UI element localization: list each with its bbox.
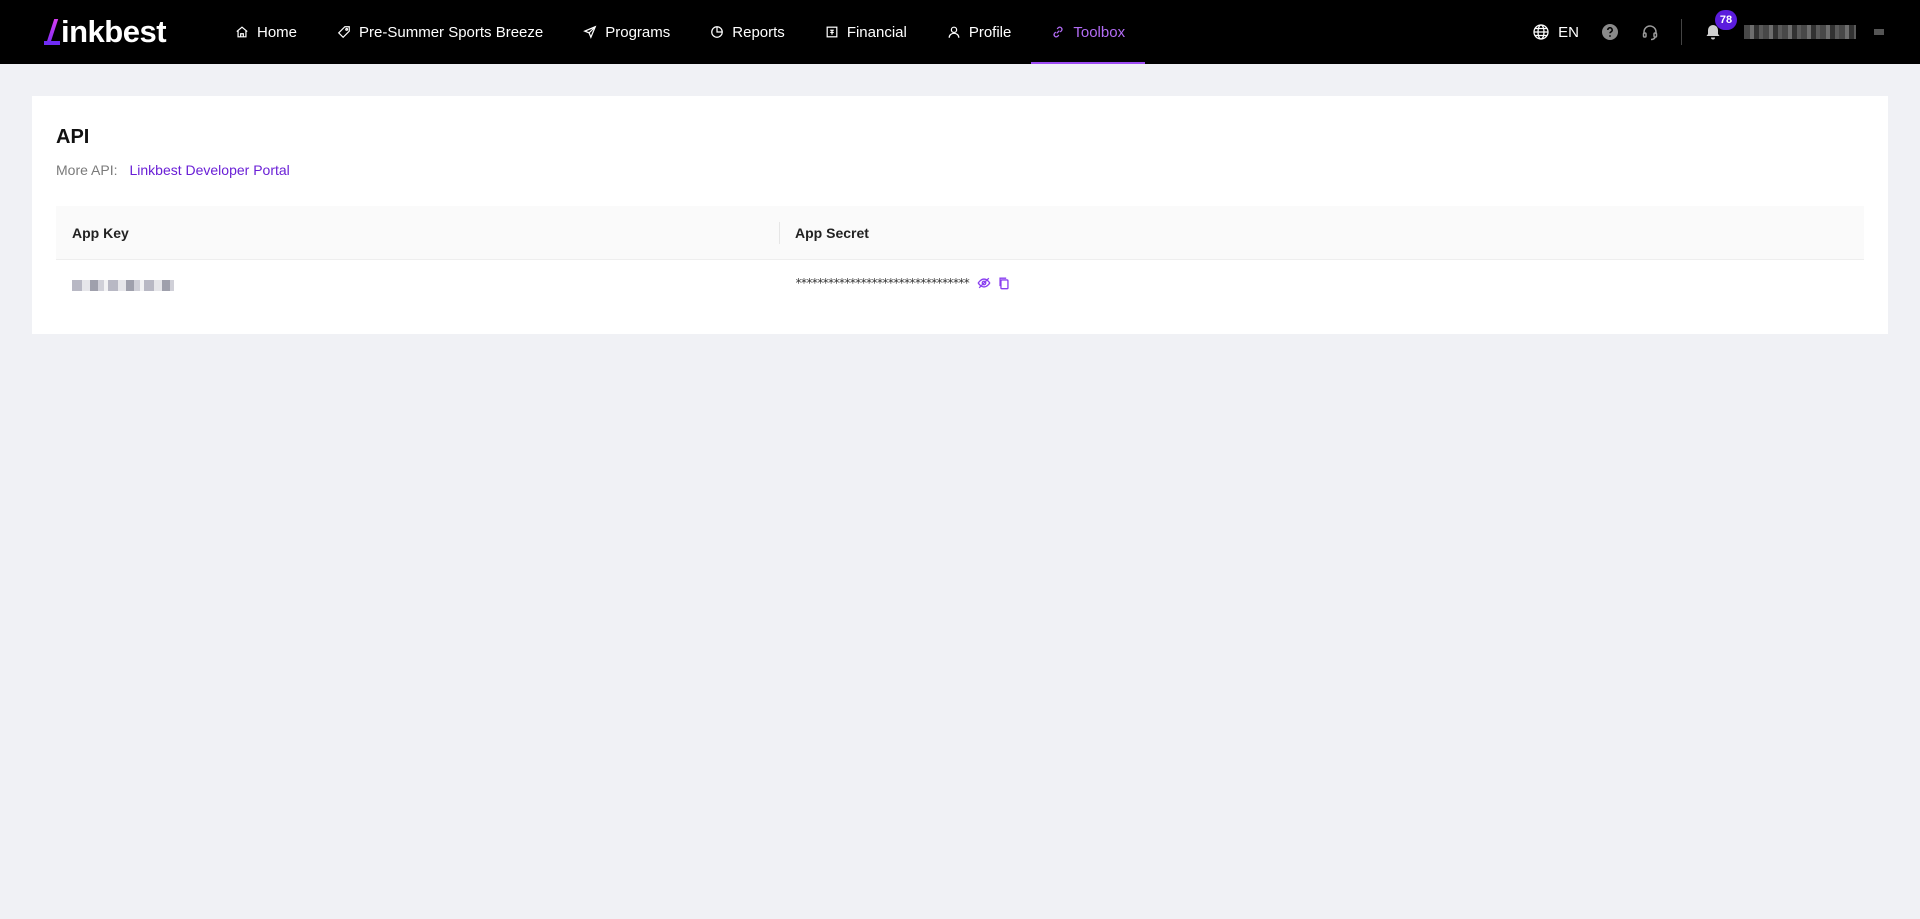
nav-item-home[interactable]: Home: [215, 0, 317, 64]
app-secret-masked-value: ********************************: [795, 276, 970, 290]
send-icon: [583, 25, 597, 39]
more-api-label: More API:: [56, 162, 118, 178]
headset-icon: [1642, 25, 1658, 41]
logo-text: inkbest: [61, 14, 167, 49]
copy-icon[interactable]: [997, 276, 1011, 290]
help-button[interactable]: [1601, 23, 1619, 41]
nav-label-financial: Financial: [846, 23, 907, 41]
header-divider: [1681, 19, 1682, 45]
eye-off-icon[interactable]: [977, 276, 991, 290]
notifications-button[interactable]: 78: [1704, 10, 1737, 41]
linkbest-logo[interactable]: inkbest: [44, 14, 167, 50]
column-header-app-key: App Key: [72, 224, 129, 241]
app-secret-cell: ********************************: [795, 276, 1011, 290]
help-icon: [1602, 24, 1618, 40]
tag-icon: [337, 26, 350, 39]
nav-item-reports[interactable]: Reports: [690, 0, 805, 64]
globe-icon: [1533, 24, 1549, 40]
notification-count-badge: 78: [1715, 10, 1737, 30]
language-switcher[interactable]: EN: [1532, 23, 1579, 41]
language-code: EN: [1558, 23, 1579, 41]
more-api-row: More API: Linkbest Developer Portal: [56, 162, 290, 178]
column-separator: [779, 222, 780, 244]
page-title: API: [56, 126, 90, 148]
main-nav: Home Pre-Summer Sports Breeze Programs R…: [215, 0, 1145, 64]
support-button[interactable]: [1641, 23, 1659, 41]
user-menu-chevron-icon[interactable]: [1874, 29, 1884, 35]
table-header: App Key App Secret: [56, 206, 1864, 260]
nav-label-toolbox: Toolbox: [1073, 23, 1126, 41]
user-icon: [948, 26, 960, 38]
home-icon: [236, 26, 248, 38]
pie-chart-icon: [711, 26, 724, 38]
header-tools: EN 78: [1532, 0, 1920, 64]
nav-label-programs: Programs: [605, 23, 671, 41]
nav-label-reports: Reports: [732, 23, 785, 41]
logo-mark-icon: [44, 19, 60, 45]
nav-label-pre-summer: Pre-Summer Sports Breeze: [359, 23, 544, 41]
nav-item-programs[interactable]: Programs: [563, 0, 690, 64]
nav-item-toolbox[interactable]: Toolbox: [1031, 0, 1145, 64]
nav-item-pre-summer-sports-breeze[interactable]: Pre-Summer Sports Breeze: [317, 0, 563, 64]
nav-item-financial[interactable]: Financial: [805, 0, 927, 64]
developer-portal-link[interactable]: Linkbest Developer Portal: [129, 162, 289, 178]
nav-item-profile[interactable]: Profile: [927, 0, 1032, 64]
api-card: API More API: Linkbest Developer Portal …: [32, 96, 1888, 334]
link-icon: [1053, 26, 1063, 38]
top-navigation-bar: inkbest Home Pre-Summer Sports Breeze Pr…: [0, 0, 1920, 64]
app-key-value-redacted: [72, 280, 174, 291]
api-keys-table: App Key App Secret *********************…: [56, 206, 1864, 310]
nav-label-home: Home: [257, 23, 298, 41]
table-row: ********************************: [56, 260, 1864, 310]
column-header-app-secret: App Secret: [795, 224, 869, 241]
nav-label-profile: Profile: [968, 23, 1012, 41]
wallet-icon: [826, 26, 838, 38]
user-account-name[interactable]: [1744, 25, 1856, 39]
